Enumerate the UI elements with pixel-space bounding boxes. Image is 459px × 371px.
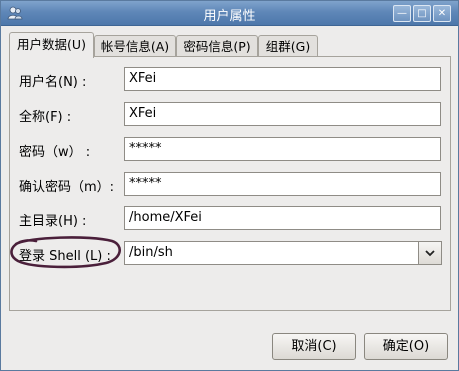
cancel-button[interactable]: 取消(C)	[272, 333, 356, 360]
confirm-password-label: 确认密码（m）:	[19, 180, 115, 195]
ok-button[interactable]: 确定(O)	[364, 333, 448, 360]
title-bar[interactable]: 用户属性 — □ ✕	[1, 1, 458, 26]
home-directory-field[interactable]: /home/XFei	[124, 206, 441, 230]
tab-account-info[interactable]: 帐号信息(A)	[94, 35, 176, 57]
combo-dropdown-button[interactable]	[418, 241, 442, 265]
window-title: 用户属性	[203, 9, 256, 24]
tab-groups[interactable]: 组群(G)	[258, 35, 318, 57]
tab-password-info[interactable]: 密码信息(P)	[176, 35, 258, 57]
close-icon[interactable]: ✕	[433, 5, 451, 22]
user-data-panel: 用户名(N) : XFei 全称(F) : XFei 密码（w） : *****…	[9, 56, 451, 311]
fullname-field[interactable]: XFei	[124, 102, 441, 126]
username-field[interactable]: XFei	[124, 67, 441, 91]
username-label: 用户名(N) :	[19, 75, 87, 90]
login-shell-combo[interactable]: /bin/sh	[124, 241, 419, 265]
fullname-label: 全称(F) :	[19, 110, 72, 125]
chevron-down-icon	[425, 250, 435, 257]
maximize-icon[interactable]: □	[413, 5, 431, 22]
confirm-password-field[interactable]: *****	[124, 172, 441, 196]
password-field[interactable]: *****	[124, 137, 441, 161]
user-properties-window: 用户属性 — □ ✕ 用户数据(U) 帐号信息(A) 密码信息(P) 组群(G)…	[0, 0, 459, 371]
home-directory-label: 主目录(H) :	[19, 214, 87, 229]
tab-user-data[interactable]: 用户数据(U)	[9, 32, 94, 58]
hand-drawn-circle-annotation	[10, 236, 121, 269]
minimize-icon[interactable]: —	[393, 5, 411, 22]
password-label: 密码（w） :	[19, 145, 91, 160]
